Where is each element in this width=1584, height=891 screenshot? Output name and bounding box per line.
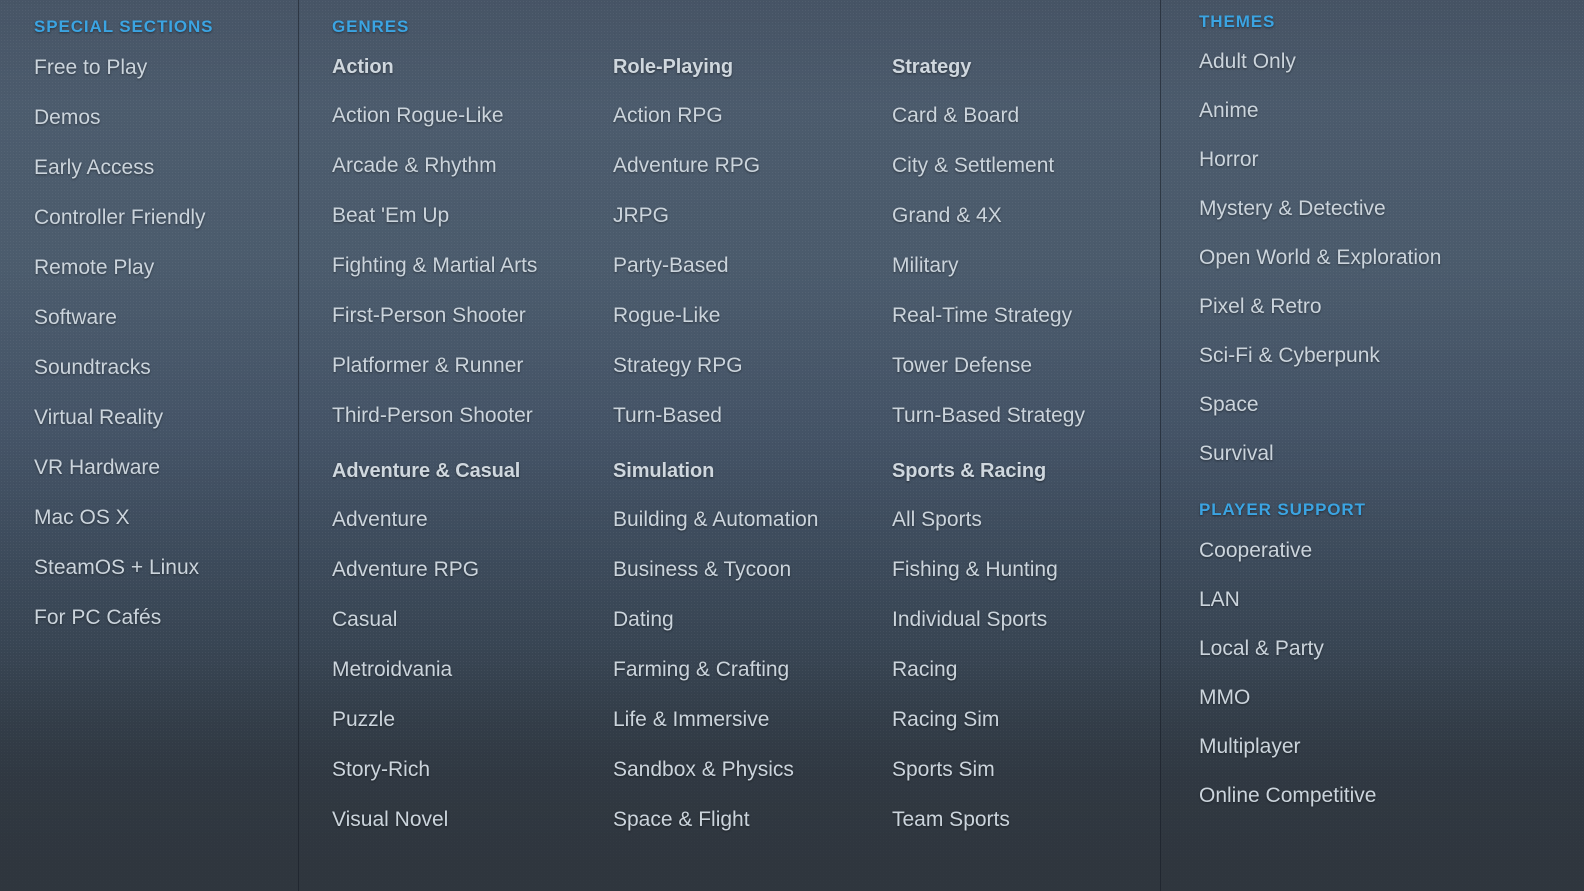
genre-item-metroidvania[interactable]: Metroidvania: [332, 659, 613, 680]
genre-item-real-time-strategy[interactable]: Real-Time Strategy: [892, 305, 1160, 326]
genre-item-grand-4x[interactable]: Grand & 4X: [892, 205, 1160, 226]
genre-item-sports-sim[interactable]: Sports Sim: [892, 759, 1160, 780]
support-item-lan[interactable]: LAN: [1199, 589, 1584, 610]
menu-item-controller-friendly[interactable]: Controller Friendly: [34, 207, 298, 228]
support-item-multiplayer[interactable]: Multiplayer: [1199, 736, 1584, 757]
theme-item-adult-only[interactable]: Adult Only: [1199, 51, 1584, 72]
genre-item-party-based[interactable]: Party-Based: [613, 255, 892, 276]
genre-item-military[interactable]: Military: [892, 255, 1160, 276]
menu-item-software[interactable]: Software: [34, 307, 298, 328]
support-item-local-party[interactable]: Local & Party: [1199, 638, 1584, 659]
genre-item-fighting-martial-arts[interactable]: Fighting & Martial Arts: [332, 255, 613, 276]
theme-item-sci-fi-cyberpunk[interactable]: Sci-Fi & Cyberpunk: [1199, 345, 1584, 366]
genre-item-farming-crafting[interactable]: Farming & Crafting: [613, 659, 892, 680]
genre-item-action-rogue-like[interactable]: Action Rogue-Like: [332, 105, 613, 126]
genre-item-puzzle[interactable]: Puzzle: [332, 709, 613, 730]
genre-item-sandbox-physics[interactable]: Sandbox & Physics: [613, 759, 892, 780]
genre-item-casual[interactable]: Casual: [332, 609, 613, 630]
menu-item-virtual-reality[interactable]: Virtual Reality: [34, 407, 298, 428]
genre-item-adventure[interactable]: Adventure: [332, 509, 613, 530]
genre-item-dating[interactable]: Dating: [613, 609, 892, 630]
genre-item-first-person-shooter[interactable]: First-Person Shooter: [332, 305, 613, 326]
genre-item-fishing-hunting[interactable]: Fishing & Hunting: [892, 559, 1160, 580]
genre-group-title-strategy: Strategy: [892, 56, 972, 78]
special-sections-column: SPECIAL SECTIONS Free to Play Demos Earl…: [0, 0, 298, 891]
theme-item-open-world-exploration[interactable]: Open World & Exploration: [1199, 247, 1584, 268]
menu-item-early-access[interactable]: Early Access: [34, 157, 298, 178]
genre-item-card-board[interactable]: Card & Board: [892, 105, 1160, 126]
theme-item-pixel-retro[interactable]: Pixel & Retro: [1199, 296, 1584, 317]
menu-item-soundtracks[interactable]: Soundtracks: [34, 357, 298, 378]
menu-item-free-to-play[interactable]: Free to Play: [34, 57, 298, 78]
menu-columns: SPECIAL SECTIONS Free to Play Demos Earl…: [0, 0, 1584, 891]
genre-item-third-person-shooter[interactable]: Third-Person Shooter: [332, 405, 613, 426]
theme-item-horror[interactable]: Horror: [1199, 149, 1584, 170]
genre-group-title-simulation: Simulation: [613, 460, 715, 482]
special-sections-list: Free to Play Demos Early Access Controll…: [34, 57, 298, 628]
genre-group-title-adventure-casual: Adventure & Casual: [332, 460, 521, 482]
genre-item-platformer-runner[interactable]: Platformer & Runner: [332, 355, 613, 376]
genre-item-racing-sim[interactable]: Racing Sim: [892, 709, 1160, 730]
menu-item-vr-hardware[interactable]: VR Hardware: [34, 457, 298, 478]
genre-item-tower-defense[interactable]: Tower Defense: [892, 355, 1160, 376]
menu-item-steamos-linux[interactable]: SteamOS + Linux: [34, 557, 298, 578]
genre-item-city-settlement[interactable]: City & Settlement: [892, 155, 1160, 176]
genre-item-life-immersive[interactable]: Life & Immersive: [613, 709, 892, 730]
genre-item-action-rpg[interactable]: Action RPG: [613, 105, 892, 126]
genre-group-adventure-casual: Adventure & Casual Adventure Adventure R…: [332, 461, 613, 830]
genre-item-turn-based[interactable]: Turn-Based: [613, 405, 892, 426]
menu-item-mac-os-x[interactable]: Mac OS X: [34, 507, 298, 528]
theme-item-anime[interactable]: Anime: [1199, 100, 1584, 121]
support-item-cooperative[interactable]: Cooperative: [1199, 540, 1584, 561]
player-support-heading: PLAYER SUPPORT: [1199, 500, 1366, 519]
support-item-online-competitive[interactable]: Online Competitive: [1199, 785, 1584, 806]
genre-item-story-rich[interactable]: Story-Rich: [332, 759, 613, 780]
themes-support-column: THEMES Adult Only Anime Horror Mystery &…: [1160, 0, 1584, 891]
genre-item-team-sports[interactable]: Team Sports: [892, 809, 1160, 830]
genre-item-strategy-rpg[interactable]: Strategy RPG: [613, 355, 892, 376]
genre-item-arcade-rhythm[interactable]: Arcade & Rhythm: [332, 155, 613, 176]
menu-item-for-pc-cafes[interactable]: For PC Cafés: [34, 607, 298, 628]
genres-grid: Action Action Rogue-Like Arcade & Rhythm…: [332, 57, 1160, 830]
themes-heading: THEMES: [1199, 12, 1276, 31]
genre-group-sports-racing: Sports & Racing All Sports Fishing & Hun…: [892, 461, 1160, 830]
genre-group-strategy: Strategy Card & Board City & Settlement …: [892, 57, 1160, 426]
genre-group-title-sports-racing: Sports & Racing: [892, 460, 1047, 482]
genre-item-turn-based-strategy[interactable]: Turn-Based Strategy: [892, 405, 1160, 426]
genre-item-all-sports[interactable]: All Sports: [892, 509, 1160, 530]
genre-group-title-role-playing: Role-Playing: [613, 56, 733, 78]
genre-item-individual-sports[interactable]: Individual Sports: [892, 609, 1160, 630]
genre-item-space-flight[interactable]: Space & Flight: [613, 809, 892, 830]
menu-item-demos[interactable]: Demos: [34, 107, 298, 128]
special-sections-heading: SPECIAL SECTIONS: [34, 17, 214, 36]
player-support-section: PLAYER SUPPORT Cooperative LAN Local & P…: [1199, 501, 1584, 806]
genre-item-jrpg[interactable]: JRPG: [613, 205, 892, 226]
genre-item-rogue-like[interactable]: Rogue-Like: [613, 305, 892, 326]
genre-item-building-automation[interactable]: Building & Automation: [613, 509, 892, 530]
genre-group-action: Action Action Rogue-Like Arcade & Rhythm…: [332, 57, 613, 426]
genre-item-beat-em-up[interactable]: Beat 'Em Up: [332, 205, 613, 226]
support-item-mmo[interactable]: MMO: [1199, 687, 1584, 708]
theme-item-survival[interactable]: Survival: [1199, 443, 1584, 464]
menu-item-remote-play[interactable]: Remote Play: [34, 257, 298, 278]
genre-group-title-action: Action: [332, 56, 394, 78]
genre-item-adventure-rpg-2[interactable]: Adventure RPG: [332, 559, 613, 580]
genre-item-adventure-rpg[interactable]: Adventure RPG: [613, 155, 892, 176]
genres-column: GENRES Action Action Rogue-Like Arcade &…: [298, 0, 1160, 891]
genre-group-simulation: Simulation Building & Automation Busines…: [613, 461, 892, 830]
theme-item-space[interactable]: Space: [1199, 394, 1584, 415]
genre-group-role-playing: Role-Playing Action RPG Adventure RPG JR…: [613, 57, 892, 426]
genre-item-visual-novel[interactable]: Visual Novel: [332, 809, 613, 830]
genres-heading: GENRES: [332, 17, 410, 36]
genre-item-racing[interactable]: Racing: [892, 659, 1160, 680]
themes-section: THEMES Adult Only Anime Horror Mystery &…: [1199, 13, 1584, 464]
theme-item-mystery-detective[interactable]: Mystery & Detective: [1199, 198, 1584, 219]
genre-item-business-tycoon[interactable]: Business & Tycoon: [613, 559, 892, 580]
